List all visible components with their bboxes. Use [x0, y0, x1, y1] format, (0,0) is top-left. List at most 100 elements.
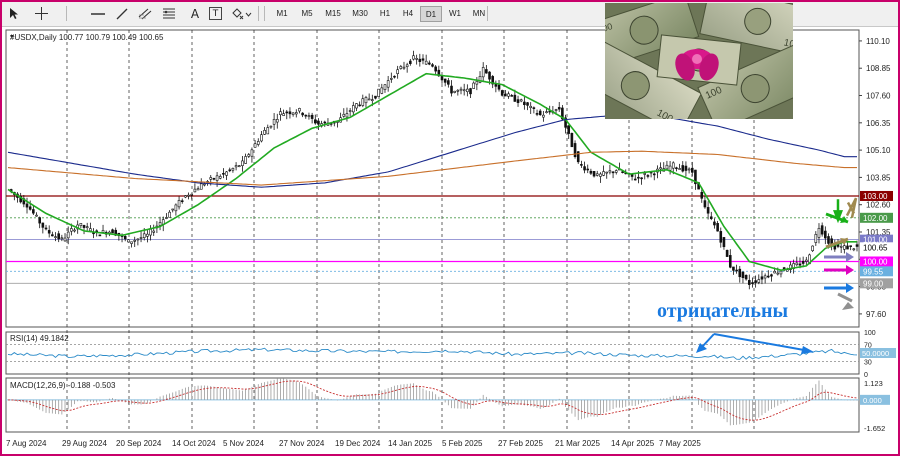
candle-body: [428, 62, 431, 65]
candle-body: [279, 111, 282, 116]
macd-histogram: [10, 378, 858, 426]
candle-body: [421, 58, 425, 61]
candle-body: [377, 88, 380, 97]
candle-body: [535, 113, 539, 115]
candle-body: [60, 237, 64, 240]
annotation-negative: отрицательны: [657, 300, 789, 322]
candle-body: [459, 88, 463, 91]
annotation-arrowhead-right: [801, 346, 814, 354]
candle-body: [234, 165, 238, 168]
candle-body: [386, 80, 390, 88]
candle-body: [453, 90, 456, 93]
candle-body: [681, 165, 685, 172]
candle-body: [456, 90, 460, 92]
candle-body: [839, 245, 843, 248]
candle-body: [843, 245, 846, 250]
candle-body: [795, 262, 799, 266]
candle-body: [291, 112, 295, 115]
x-tick-label: 14 Oct 2024: [172, 439, 216, 448]
candle-body: [545, 111, 548, 113]
x-tick-label: 14 Jan 2025: [388, 439, 433, 448]
side-arrow-head: [846, 265, 854, 275]
candle-body: [256, 141, 260, 145]
annotation-arrow-right: [713, 333, 805, 351]
price-label: 99.00: [863, 279, 884, 288]
candle-body: [199, 183, 203, 190]
candle-body: [203, 183, 206, 186]
candle-body: [472, 82, 475, 89]
candle-body: [231, 168, 235, 171]
candle-body: [288, 111, 292, 115]
candle-body: [516, 99, 520, 104]
candle-body: [101, 230, 105, 233]
macd-pane: [5, 377, 860, 433]
candle-body: [700, 192, 704, 199]
candle-body: [310, 114, 314, 119]
candle-body: [466, 88, 469, 93]
candle-body: [668, 165, 672, 171]
candle-body: [709, 216, 713, 219]
macd-tick-label: 1.123: [864, 379, 883, 388]
candle-body: [323, 121, 327, 124]
candle-body: [643, 173, 647, 175]
price-label: 103.00: [863, 192, 888, 201]
candle-body: [396, 69, 399, 74]
candle-body: [725, 249, 729, 257]
candle-body: [187, 194, 190, 197]
rsi-line: [7, 347, 858, 360]
candle-body: [215, 175, 219, 181]
candle-body: [529, 105, 533, 108]
candle-body: [25, 203, 29, 208]
candle-body: [165, 217, 168, 219]
side-arrow-head: [846, 252, 854, 262]
candle-body: [567, 125, 571, 134]
candle-body: [79, 223, 83, 226]
y-tick-label: 102.60: [866, 201, 891, 210]
candle-body: [47, 230, 51, 234]
candle-body: [443, 78, 447, 83]
candle-body: [57, 233, 60, 240]
candle-body: [374, 95, 377, 99]
rsi-tick-label: 0: [864, 372, 868, 379]
candle-body: [193, 188, 197, 193]
candle-body: [263, 130, 266, 135]
candle-body: [570, 133, 574, 148]
candle-body: [180, 200, 184, 203]
candle-body: [209, 177, 213, 180]
candle-body: [352, 105, 355, 113]
candle-body: [298, 108, 301, 112]
candle-body: [73, 229, 76, 232]
candle-body: [415, 58, 418, 60]
candle-body: [497, 84, 501, 90]
candle-body: [266, 127, 270, 135]
candle-body: [586, 168, 590, 171]
candle-body: [250, 149, 254, 157]
candle-body: [805, 259, 808, 262]
candle-body: [253, 143, 257, 148]
candle-body: [538, 110, 542, 116]
candle-body: [146, 233, 149, 237]
candle-body: [247, 154, 251, 157]
candle-body: [770, 274, 773, 277]
y-tick-label: 110.10: [866, 37, 890, 46]
candle-body: [706, 207, 710, 214]
candle-body: [763, 275, 767, 279]
candle-body: [513, 94, 517, 102]
candle-body: [773, 270, 776, 274]
x-tick-label: 19 Dec 2024: [335, 439, 381, 448]
candle-body: [424, 60, 428, 65]
candle-body: [611, 171, 615, 174]
candle-body: [28, 206, 32, 210]
price-label: 100.65: [863, 243, 888, 252]
x-tick-label: 7 Aug 2024: [6, 439, 47, 448]
chart-header: #USDX,Daily 100.77 100.79 100.49 100.65: [10, 33, 164, 42]
candle-body: [507, 93, 510, 97]
x-tick-label: 27 Nov 2024: [279, 439, 325, 448]
candle-body: [450, 85, 453, 94]
candle-body: [260, 134, 263, 142]
candle-body: [690, 167, 694, 173]
candle-body: [70, 228, 73, 232]
macd-tick-label: 0.000: [863, 396, 882, 405]
candle-body: [665, 164, 669, 170]
candle-body: [149, 229, 152, 236]
